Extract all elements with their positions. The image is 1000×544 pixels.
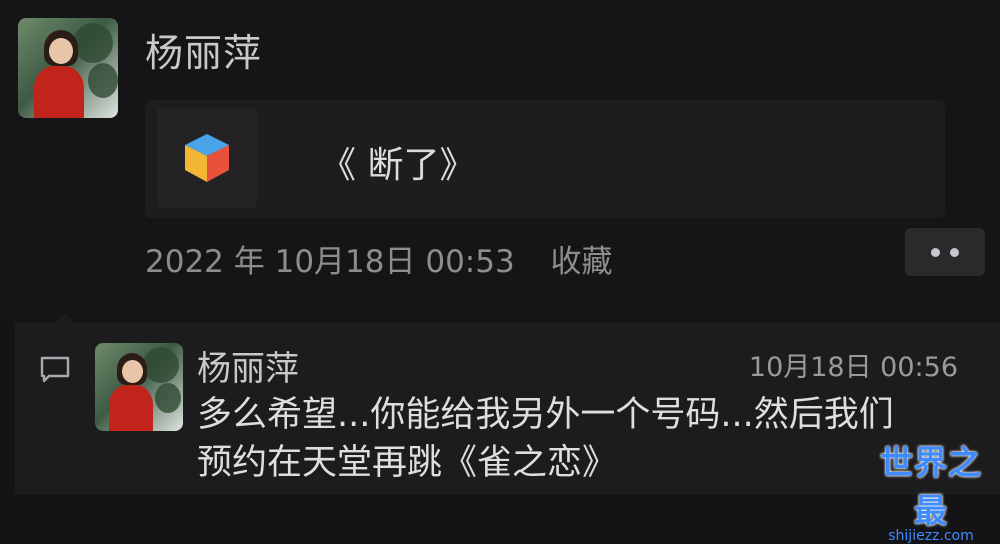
moment-post: 杨丽萍 《 断了》 2022 年 10月18日 00:53 收藏: [0, 0, 1000, 315]
comment-icon: [40, 356, 70, 383]
music-title: 《 断了》: [320, 145, 476, 186]
comment-text-line: 预约在天堂再跳《雀之恋》: [197, 443, 618, 483]
author-avatar[interactable]: [18, 18, 118, 118]
comment-panel: 杨丽萍 10月18日 00:56 多么希望...你能给我另外一个号码...然后我…: [15, 313, 1000, 495]
avatar-background-leaf: [143, 347, 179, 383]
comment-text-line: 多么希望...你能给我另外一个号码...然后我们: [197, 395, 894, 435]
favorite-label[interactable]: 收藏: [551, 244, 613, 280]
colorful-cube-icon: [185, 134, 229, 182]
commenter-name[interactable]: 杨丽萍: [197, 341, 299, 390]
comment-time: 10月18日 00:56: [748, 352, 958, 383]
music-share-card[interactable]: 《 断了》: [145, 100, 945, 218]
avatar-background-leaf: [155, 383, 181, 413]
site-watermark: 世界之最 shijiezz.com: [868, 436, 994, 544]
more-options-button[interactable]: [905, 228, 985, 276]
avatar-figure-face: [122, 360, 143, 383]
avatar-figure-body: [109, 385, 153, 431]
post-meta: 2022 年 10月18日 00:53 收藏: [145, 236, 639, 281]
watermark-title: 世界之最: [880, 443, 982, 530]
watermark-url: shijiezz.com: [888, 528, 974, 544]
comment-panel-pointer: [55, 313, 75, 323]
avatar-background-leaf: [88, 63, 118, 98]
post-date: 2022 年 10月18日 00:53: [145, 244, 515, 280]
author-name[interactable]: 杨丽萍: [145, 22, 262, 77]
avatar-figure-body: [34, 66, 84, 118]
two-dots-icon: [931, 248, 940, 257]
commenter-avatar[interactable]: [95, 343, 183, 431]
two-dots-icon: [950, 248, 959, 257]
music-thumbnail: [157, 108, 257, 208]
avatar-figure-face: [49, 38, 73, 64]
avatar-background-leaf: [73, 23, 113, 63]
comment-text: 多么希望...你能给我另外一个号码...然后我们 预约在天堂再跳《雀之恋》: [197, 391, 977, 487]
